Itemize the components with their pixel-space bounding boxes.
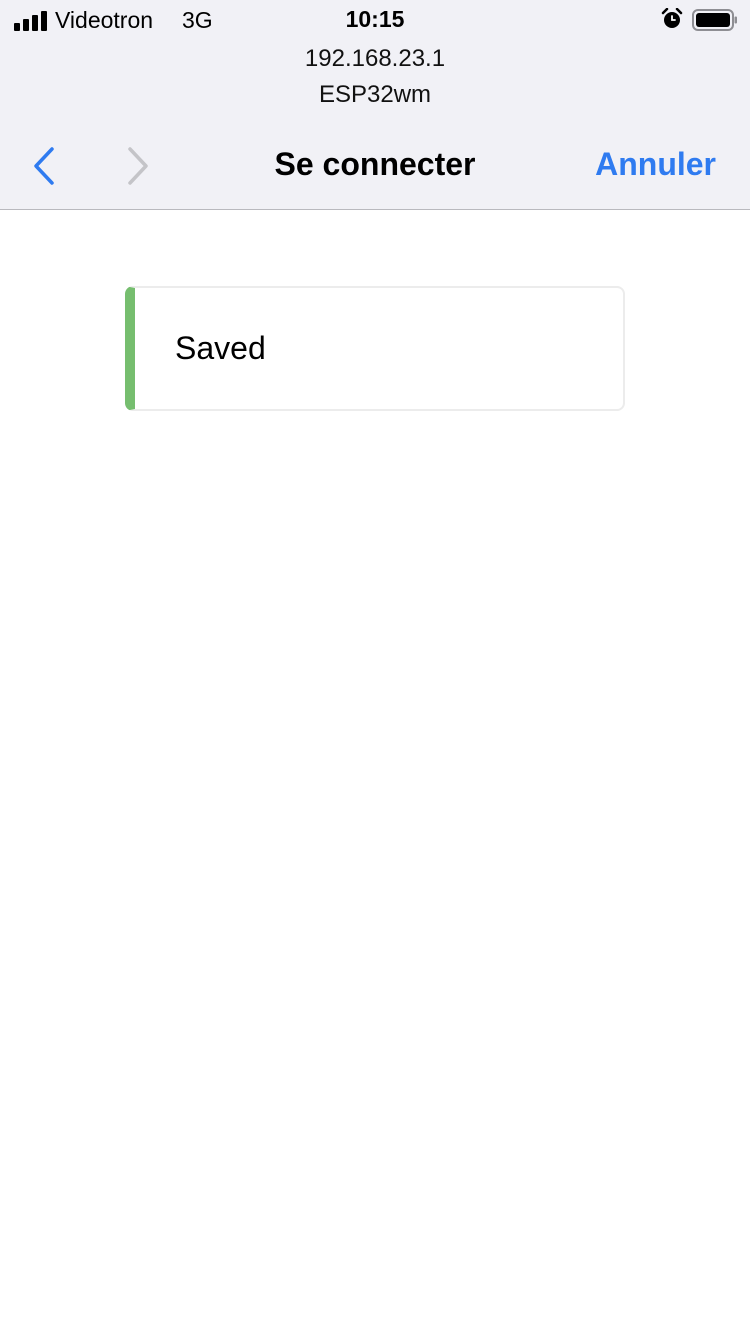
battery-icon: [692, 9, 737, 31]
network-ssid: ESP32wm: [318, 81, 432, 108]
status-time: 10:15: [345, 6, 405, 32]
cancel-button[interactable]: Annuler: [595, 146, 716, 183]
portal-host: 192.168.23.1: [304, 45, 446, 72]
alarm-icon: [661, 8, 683, 28]
saved-message-text: Saved: [175, 330, 266, 366]
captive-portal-header: Videotron 3G 10:15 192.168.23.1 ESP32wm …: [0, 0, 750, 210]
saved-message-card: Saved: [125, 286, 625, 411]
status-bar: Videotron 3G 10:15: [0, 0, 750, 40]
